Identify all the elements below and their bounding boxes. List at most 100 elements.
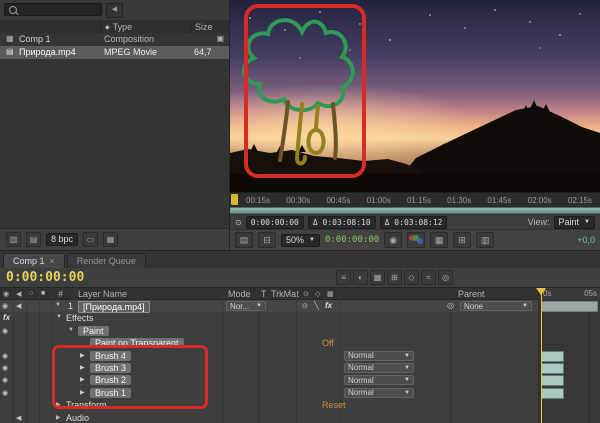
property-row-audio[interactable]: ◀ ▶ Audio (0, 411, 600, 423)
brush-mode-select[interactable]: Normal ▼ (344, 350, 414, 361)
property-row-brush3[interactable]: ◉ ▶ Brush 3 Normal ▼ (0, 361, 600, 375)
audio-icon[interactable]: ◀ (16, 302, 21, 310)
close-icon[interactable]: × (50, 254, 55, 268)
viewer-work-area-bar[interactable] (230, 207, 600, 214)
current-time-indicator-head[interactable] (536, 288, 546, 295)
solo-icon[interactable]: ○ (29, 290, 33, 297)
brush-duration-bar[interactable] (541, 350, 564, 362)
column-header-trkmat[interactable]: TrkMat (271, 289, 299, 299)
zoom-select[interactable]: 50% ▼ (281, 233, 320, 247)
transparency-grid-icon[interactable]: ▥ (476, 232, 495, 248)
audio-icon[interactable]: ◀ (16, 290, 21, 298)
eye-icon[interactable]: ◉ (2, 302, 8, 310)
show-channel-icon[interactable] (407, 232, 426, 248)
expand-arrow-icon[interactable]: ▶ (80, 376, 85, 383)
brush-mode-select[interactable]: Normal ▼ (344, 387, 414, 398)
pickwhip-icon[interactable]: ◎ (447, 301, 454, 310)
project-row-comp[interactable]: ▦ Comp 1 Composition ▣ (0, 33, 229, 46)
lock-icon[interactable]: ■ (41, 290, 45, 297)
property-track (538, 386, 600, 400)
project-bit-depth-button[interactable]: 8 bpc (46, 233, 79, 246)
property-value-toggle[interactable]: Off (322, 338, 334, 348)
brush-mode-select[interactable]: Normal ▼ (344, 375, 414, 386)
property-reset-link[interactable]: Reset (322, 400, 346, 410)
property-row-paint[interactable]: ◉ ▼ Paint (0, 324, 600, 338)
expand-arrow-icon[interactable]: ▶ (56, 414, 61, 421)
brainstorm-icon[interactable]: ≈ (421, 270, 436, 285)
blend-mode-select[interactable]: Nor... ▼ (226, 301, 266, 311)
graph-editor-icon[interactable]: ◎ (438, 270, 453, 285)
eye-icon[interactable]: ◉ (2, 364, 8, 372)
always-preview-icon[interactable]: ▤ (235, 232, 253, 248)
column-header-mode[interactable]: Mode (228, 289, 251, 299)
property-row-brush1[interactable]: ◉ ▶ Brush 1 Normal ▼ (0, 386, 600, 400)
timeline-column-headers: ◉ ◀ ○ ■ # Layer Name Mode T TrkMat ⊙ ◇ ▦… (0, 287, 600, 301)
parent-select[interactable]: None ▼ (460, 301, 532, 311)
expand-arrow-icon[interactable]: ▼ (56, 314, 62, 320)
eye-icon[interactable]: ◉ (2, 376, 8, 384)
expand-arrow-icon[interactable]: ▼ (55, 302, 61, 308)
eye-icon[interactable]: ◉ (2, 389, 8, 397)
project-row-footage[interactable]: ▤ Природа.mp4 MPEG Movie 64,7 (0, 46, 229, 59)
property-row-paint-on-transparent[interactable]: Paint on Transparent Off (0, 337, 600, 350)
property-row-effects[interactable]: fx ▼ Effects (0, 312, 600, 325)
tab-render-queue[interactable]: Render Queue (66, 253, 146, 268)
expand-arrow-icon[interactable]: ▶ (80, 352, 85, 359)
eye-icon[interactable]: ◉ (2, 327, 8, 335)
viewer-time-ruler[interactable]: 00:15s 00:30s 00:45s 01:00s 01:15s 01:30… (230, 192, 600, 207)
eye-icon[interactable]: ◉ (2, 352, 8, 360)
brush-duration-bar[interactable] (541, 362, 564, 374)
brush-duration-bar[interactable] (541, 375, 564, 387)
audio-icon[interactable]: ◀ (16, 414, 21, 422)
composition-image[interactable] (230, 0, 600, 192)
region-of-interest-icon[interactable]: ⊞ (453, 232, 472, 248)
delete-item-icon[interactable]: ▭ (83, 232, 99, 247)
layer-track[interactable] (538, 300, 600, 313)
tab-comp1[interactable]: Comp 1 × (3, 253, 65, 268)
project-item-name: Природа.mp4 (19, 47, 76, 57)
current-time-indicator[interactable] (541, 289, 542, 423)
brush-mode-select[interactable]: Normal ▼ (344, 362, 414, 373)
viewer-current-time[interactable]: 0:00:00:00 (245, 215, 304, 229)
comp-mini-flowchart-icon[interactable]: ≡ (336, 270, 351, 285)
layer-row[interactable]: ◉ ◀ ▼ 1 [Природа.mp4] Nor... ▼ ⊙ ╲ fx ◎ N… (0, 300, 600, 313)
expand-arrow-icon[interactable]: ▶ (80, 364, 85, 371)
expand-arrow-icon[interactable]: ▶ (56, 401, 61, 408)
motion-blur-icon[interactable]: ◇ (404, 270, 419, 285)
property-row-brush2[interactable]: ◉ ▶ Brush 2 Normal ▼ (0, 374, 600, 387)
expand-arrow-icon[interactable]: ▼ (68, 327, 74, 333)
interpret-footage-icon[interactable]: ▥ (6, 232, 21, 247)
quality-switch-icon[interactable]: ╲ (314, 301, 319, 310)
magnification-icon[interactable]: ⊟ (258, 232, 276, 248)
timeline-current-timecode[interactable]: 0:00:00:00 (6, 270, 84, 285)
column-header-layer-name[interactable]: Layer Name (78, 289, 127, 299)
exposure-offset[interactable]: +0,0 (577, 235, 595, 245)
draft-3d-icon[interactable]: ◐ (353, 270, 368, 285)
resolution-icon[interactable]: ▦ (430, 232, 449, 248)
brush-duration-bar[interactable] (541, 387, 564, 399)
viewer-current-time-marker[interactable] (231, 194, 238, 205)
hide-shy-layers-icon[interactable]: ▦ (370, 270, 385, 285)
search-input[interactable] (4, 3, 102, 16)
viewer-timecode[interactable]: 0:00:00:00 (325, 235, 379, 245)
view-select[interactable]: Paint ▼ (553, 215, 595, 229)
column-header-size[interactable]: Size (190, 21, 213, 33)
search-collapse-button[interactable]: ◀ (106, 3, 123, 18)
view-label: View: (527, 217, 550, 227)
eye-icon[interactable]: ◉ (3, 290, 9, 298)
column-header-parent[interactable]: Parent (458, 289, 485, 299)
new-composition-icon[interactable]: ▦ (103, 232, 119, 247)
column-header-type[interactable]: ◆ Type (100, 21, 132, 33)
property-track (538, 324, 600, 338)
layer-name[interactable]: [Природа.mp4] (78, 301, 150, 313)
property-row-transform[interactable]: ▶ Transform Reset (0, 399, 600, 412)
project-item-size: 64,7 (194, 47, 212, 57)
layer-duration-bar[interactable] (541, 301, 598, 312)
new-folder-icon[interactable]: ▤ (26, 232, 41, 247)
collapse-switch-icon[interactable]: ⊙ (302, 302, 308, 310)
fx-switch-icon[interactable]: fx (325, 301, 332, 310)
frame-blend-icon[interactable]: ⊞ (387, 270, 402, 285)
snapshot-icon[interactable]: ◉ (384, 232, 403, 248)
expand-arrow-icon[interactable]: ▶ (80, 389, 85, 396)
property-row-brush4[interactable]: ◉ ▶ Brush 4 Normal ▼ (0, 349, 600, 362)
